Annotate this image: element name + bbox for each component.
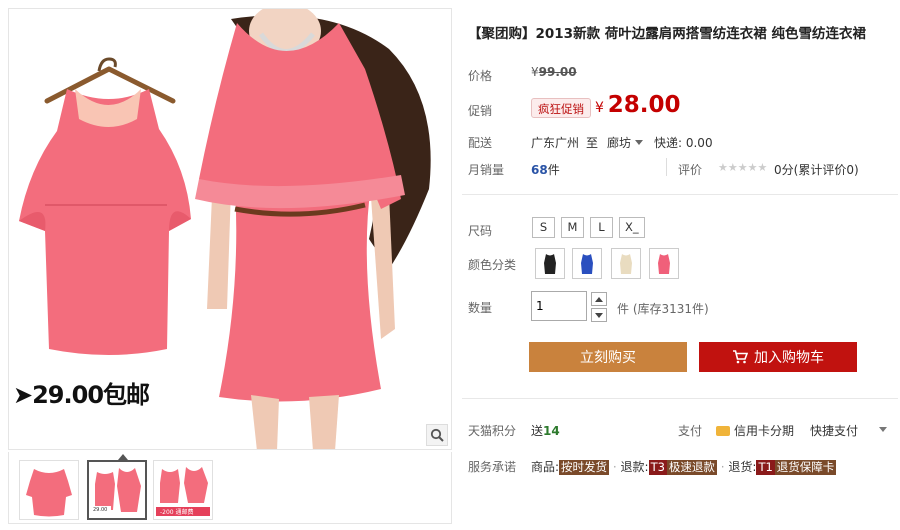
add-to-cart-button[interactable]: 加入购物车 (699, 342, 857, 372)
payment-label: 支付 (678, 424, 703, 438)
service-return-code: T1 (756, 460, 775, 475)
thumbnail-1[interactable] (19, 460, 79, 520)
buy-now-button[interactable]: 立刻购买 (529, 342, 687, 372)
payment-fast-label[interactable]: 快捷支付 (810, 422, 858, 439)
thumbnail-2[interactable]: 29.00 (87, 460, 147, 520)
chevron-down-icon[interactable] (879, 427, 887, 432)
promo-price: ¥ 28.00 (595, 92, 681, 118)
service-refund-prefix: 退款: (620, 460, 649, 474)
divider (462, 398, 898, 399)
price-currency: ¥ (531, 65, 539, 79)
delivery-fee: 快递: 0.00 (654, 136, 713, 150)
review-label: 评价 (678, 163, 703, 177)
service-label: 服务承诺 (468, 460, 517, 474)
points-info: 送14 (531, 422, 560, 439)
price-value: 99.00 (538, 65, 577, 79)
size-option-xl[interactable]: X_ (619, 217, 645, 238)
add-to-cart-label: 加入购物车 (754, 349, 824, 365)
review-stars: ★★★★★ (718, 161, 768, 174)
color-swatch-icon (658, 253, 670, 274)
divider (462, 194, 898, 195)
delivery-label: 配送 (468, 136, 493, 150)
promo-currency: ¥ (595, 100, 604, 116)
size-option-l[interactable]: L (590, 217, 613, 238)
product-title: 【聚团购】2013新款 荷叶边露肩两搭雪纺连衣裙 纯色雪纺连衣裙 (468, 26, 866, 42)
promo-price-overlay: ➤29.00包邮 (13, 381, 150, 409)
points-prefix: 送 (531, 424, 544, 438)
service-refund-code: T3 (648, 460, 667, 475)
sales-volume: 68件 (531, 161, 560, 178)
price-label: 价格 (468, 69, 493, 83)
color-option-pink[interactable] (649, 248, 679, 279)
service-return-prefix: 退货: (728, 460, 757, 474)
promo-label: 促销 (468, 104, 493, 118)
quantity-increment-button[interactable] (591, 292, 607, 306)
sales-label: 月销量 (468, 163, 505, 177)
color-option-blue[interactable] (572, 248, 602, 279)
sales-count: 68 (531, 163, 548, 177)
service-goods-prefix: 商品: (531, 460, 560, 474)
review-summary-link[interactable]: 0分(累计评价0) (774, 161, 859, 178)
credit-card-icon (716, 425, 730, 436)
color-label: 颜色分类 (468, 258, 517, 272)
svg-text:-200 通邮费: -200 通邮费 (160, 508, 194, 516)
service-goods-tag[interactable]: 按时发货 (559, 460, 610, 475)
color-swatch-icon (620, 253, 632, 274)
size-label: 尺码 (468, 224, 493, 238)
color-swatch-icon (581, 253, 593, 274)
quantity-decrement-button[interactable] (591, 308, 607, 322)
quantity-input[interactable] (531, 291, 587, 321)
quantity-label: 数量 (468, 301, 493, 315)
color-option-beige[interactable] (611, 248, 641, 279)
cart-icon (733, 350, 748, 364)
chevron-down-icon (635, 140, 644, 145)
separator-dot: · (720, 460, 725, 474)
delivery-destination: 廊坊 (607, 136, 632, 150)
thumbnail-strip: 29.00 -200 通邮费 (8, 452, 452, 524)
delivery-destination-select[interactable]: 廊坊 (607, 134, 644, 151)
sales-unit: 件 (547, 163, 560, 177)
delivery-from: 广东广州 (531, 136, 580, 150)
promo-badge: 疯狂促销 (531, 98, 591, 118)
color-swatch-icon (544, 253, 556, 274)
product-gallery: ➤29.00包邮 29.00 -200 通邮费 (8, 8, 452, 524)
payment-card-installment[interactable]: 信用卡分期 (716, 422, 794, 439)
main-product-image[interactable]: ➤29.00包邮 (8, 8, 452, 450)
payment-card-label: 信用卡分期 (734, 424, 795, 438)
product-info-panel: 【聚团购】2013新款 荷叶边露肩两搭雪纺连衣裙 纯色雪纺连衣裙 价格 ¥99.… (462, 8, 898, 524)
chevron-down-icon (595, 312, 603, 318)
points-value: 14 (543, 424, 560, 438)
promo-price-value: 28.00 (607, 92, 681, 118)
divider (666, 158, 667, 176)
service-return-tag[interactable]: 退货保障卡 (774, 460, 837, 475)
size-option-m[interactable]: M (561, 217, 584, 238)
svg-text:29.00: 29.00 (93, 507, 107, 513)
service-refund-tag[interactable]: 极速退款 (666, 460, 717, 475)
thumbnail-3[interactable]: -200 通邮费 (153, 460, 213, 520)
color-option-black[interactable] (535, 248, 565, 279)
delivery-to-word: 至 (586, 136, 599, 150)
size-option-s[interactable]: S (532, 217, 555, 238)
chevron-up-icon (595, 296, 603, 302)
separator-dot: · (612, 460, 617, 474)
stock-info: 件 (库存3131件) (617, 302, 709, 316)
service-commitments: 商品: 按时发货 · 退款: T3 极速退款 · 退货: T1 退货保障卡 (531, 458, 837, 475)
zoom-icon[interactable] (426, 424, 448, 446)
points-label: 天猫积分 (468, 424, 517, 438)
original-price: ¥99.00 (531, 65, 577, 79)
